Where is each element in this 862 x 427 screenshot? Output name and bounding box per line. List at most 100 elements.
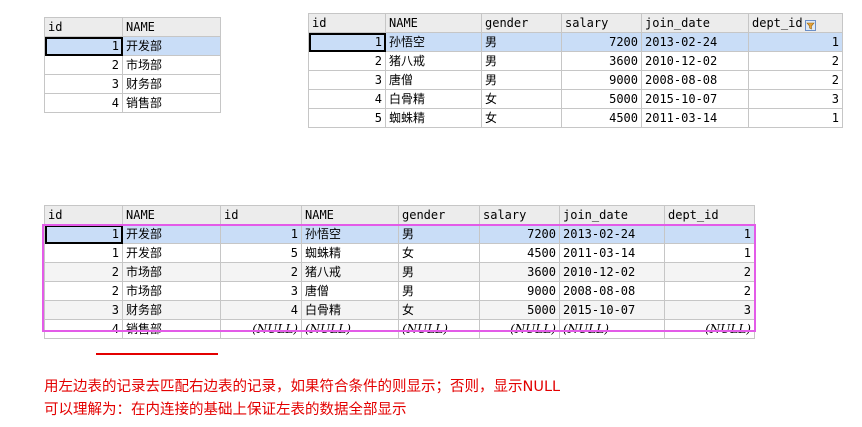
cell-join-date[interactable]: 2010-12-02: [641, 51, 749, 71]
cell-name[interactable]: 市场部: [122, 55, 221, 75]
cell-emp-id[interactable]: 2: [220, 262, 302, 282]
cell-gender[interactable]: 男: [398, 262, 480, 282]
table-row[interactable]: 2 市场部 3 唐僧 男 9000 2008-08-08 2: [44, 281, 755, 301]
column-header-name[interactable]: NAME: [122, 17, 221, 37]
cell-id[interactable]: 1: [308, 32, 386, 52]
cell-salary[interactable]: 9000: [561, 70, 642, 90]
cell-name[interactable]: 开发部: [122, 36, 221, 56]
cell-join-date[interactable]: 2008-08-08: [641, 70, 749, 90]
cell-dept-name[interactable]: 开发部: [122, 224, 221, 244]
cell-join-date[interactable]: 2011-03-14: [641, 108, 749, 128]
column-header-gender[interactable]: gender: [481, 13, 562, 33]
cell-name[interactable]: 唐僧: [385, 70, 482, 90]
cell-dept-name[interactable]: 财务部: [122, 300, 221, 320]
table-row-null-match[interactable]: 4 销售部 (NULL) (NULL) (NULL) (NULL) (NULL)…: [44, 319, 755, 339]
cell-gender[interactable]: 男: [481, 51, 562, 71]
table-row[interactable]: 2 市场部: [44, 55, 221, 75]
cell-salary[interactable]: 4500: [479, 243, 560, 263]
table-row[interactable]: 4 白骨精 女 5000 2015-10-07 3: [308, 89, 843, 109]
cell-name[interactable]: 孙悟空: [385, 32, 482, 52]
cell-dept-name[interactable]: 市场部: [122, 262, 221, 282]
cell-dept-id[interactable]: 1: [44, 243, 123, 263]
cell-join-date[interactable]: 2015-10-07: [641, 89, 749, 109]
column-header-emp-id[interactable]: id: [220, 205, 302, 225]
cell-emp-name[interactable]: 白骨精: [301, 300, 399, 320]
cell-id[interactable]: 1: [44, 36, 123, 56]
column-header-join-date[interactable]: join_date: [641, 13, 749, 33]
cell-dept-name[interactable]: 开发部: [122, 243, 221, 263]
cell-emp-dept-id[interactable]: 3: [664, 300, 755, 320]
cell-emp-id[interactable]: 4: [220, 300, 302, 320]
column-header-id[interactable]: id: [308, 13, 386, 33]
cell-name[interactable]: 蜘蛛精: [385, 108, 482, 128]
cell-dept-id[interactable]: 4: [44, 319, 123, 339]
cell-id[interactable]: 2: [308, 51, 386, 71]
cell-dept-id[interactable]: 1: [748, 108, 843, 128]
cell-emp-id[interactable]: 1: [220, 224, 302, 244]
cell-dept-id[interactable]: 3: [748, 89, 843, 109]
cell-gender[interactable]: 男: [481, 32, 562, 52]
cell-emp-dept-id[interactable]: 1: [664, 224, 755, 244]
table-row[interactable]: 5 蜘蛛精 女 4500 2011-03-14 1: [308, 108, 843, 128]
column-header-salary[interactable]: salary: [561, 13, 642, 33]
cell-name[interactable]: 猪八戒: [385, 51, 482, 71]
cell-salary[interactable]: 3600: [561, 51, 642, 71]
cell-id[interactable]: 3: [308, 70, 386, 90]
cell-join-date-null[interactable]: (NULL): [559, 319, 665, 339]
cell-gender[interactable]: 男: [398, 224, 480, 244]
table-row[interactable]: 2 市场部 2 猪八戒 男 3600 2010-12-02 2: [44, 262, 755, 282]
cell-emp-dept-id-null[interactable]: (NULL): [664, 319, 755, 339]
table-row[interactable]: 4 销售部: [44, 93, 221, 113]
table-row[interactable]: 3 财务部: [44, 74, 221, 94]
table-row[interactable]: 3 唐僧 男 9000 2008-08-08 2: [308, 70, 843, 90]
cell-dept-id[interactable]: 1: [748, 32, 843, 52]
table-row[interactable]: 1 开发部 1 孙悟空 男 7200 2013-02-24 1: [44, 224, 755, 244]
cell-emp-name-null[interactable]: (NULL): [301, 319, 399, 339]
table-row[interactable]: 1 开发部: [44, 36, 221, 56]
cell-emp-id[interactable]: 5: [220, 243, 302, 263]
cell-gender[interactable]: 女: [398, 243, 480, 263]
cell-dept-id[interactable]: 3: [44, 300, 123, 320]
column-filter-icon[interactable]: [804, 18, 816, 31]
cell-id[interactable]: 5: [308, 108, 386, 128]
cell-emp-name[interactable]: 蜘蛛精: [301, 243, 399, 263]
cell-gender[interactable]: 男: [481, 70, 562, 90]
cell-dept-id[interactable]: 2: [44, 262, 123, 282]
cell-id[interactable]: 2: [44, 55, 123, 75]
column-header-emp-name[interactable]: NAME: [301, 205, 399, 225]
table-row[interactable]: 1 开发部 5 蜘蛛精 女 4500 2011-03-14 1: [44, 243, 755, 263]
table-row[interactable]: 3 财务部 4 白骨精 女 5000 2015-10-07 3: [44, 300, 755, 320]
cell-emp-name[interactable]: 猪八戒: [301, 262, 399, 282]
cell-emp-dept-id[interactable]: 2: [664, 262, 755, 282]
cell-name[interactable]: 白骨精: [385, 89, 482, 109]
cell-emp-dept-id[interactable]: 2: [664, 281, 755, 301]
cell-dept-name[interactable]: 销售部: [122, 319, 221, 339]
cell-salary[interactable]: 7200: [479, 224, 560, 244]
cell-dept-id[interactable]: 2: [748, 51, 843, 71]
column-header-gender[interactable]: gender: [398, 205, 480, 225]
cell-gender-null[interactable]: (NULL): [398, 319, 480, 339]
cell-gender[interactable]: 男: [398, 281, 480, 301]
column-header-id[interactable]: id: [44, 17, 123, 37]
column-header-emp-dept-id[interactable]: dept_id: [664, 205, 755, 225]
cell-join-date[interactable]: 2010-12-02: [559, 262, 665, 282]
cell-join-date[interactable]: 2013-02-24: [559, 224, 665, 244]
table-row[interactable]: 2 猪八戒 男 3600 2010-12-02 2: [308, 51, 843, 71]
cell-salary[interactable]: 7200: [561, 32, 642, 52]
cell-id[interactable]: 4: [44, 93, 123, 113]
column-header-salary[interactable]: salary: [479, 205, 560, 225]
column-header-dept-name[interactable]: NAME: [122, 205, 221, 225]
cell-dept-name[interactable]: 市场部: [122, 281, 221, 301]
cell-emp-name[interactable]: 唐僧: [301, 281, 399, 301]
table-row[interactable]: 1 孙悟空 男 7200 2013-02-24 1: [308, 32, 843, 52]
cell-salary[interactable]: 5000: [561, 89, 642, 109]
column-header-join-date[interactable]: join_date: [559, 205, 665, 225]
cell-emp-id-null[interactable]: (NULL): [220, 319, 302, 339]
column-header-dept-id[interactable]: id: [44, 205, 123, 225]
cell-join-date[interactable]: 2015-10-07: [559, 300, 665, 320]
cell-name[interactable]: 销售部: [122, 93, 221, 113]
cell-emp-dept-id[interactable]: 1: [664, 243, 755, 263]
column-header-dept-id[interactable]: dept_id: [748, 13, 843, 33]
cell-join-date[interactable]: 2013-02-24: [641, 32, 749, 52]
cell-salary-null[interactable]: (NULL): [479, 319, 560, 339]
